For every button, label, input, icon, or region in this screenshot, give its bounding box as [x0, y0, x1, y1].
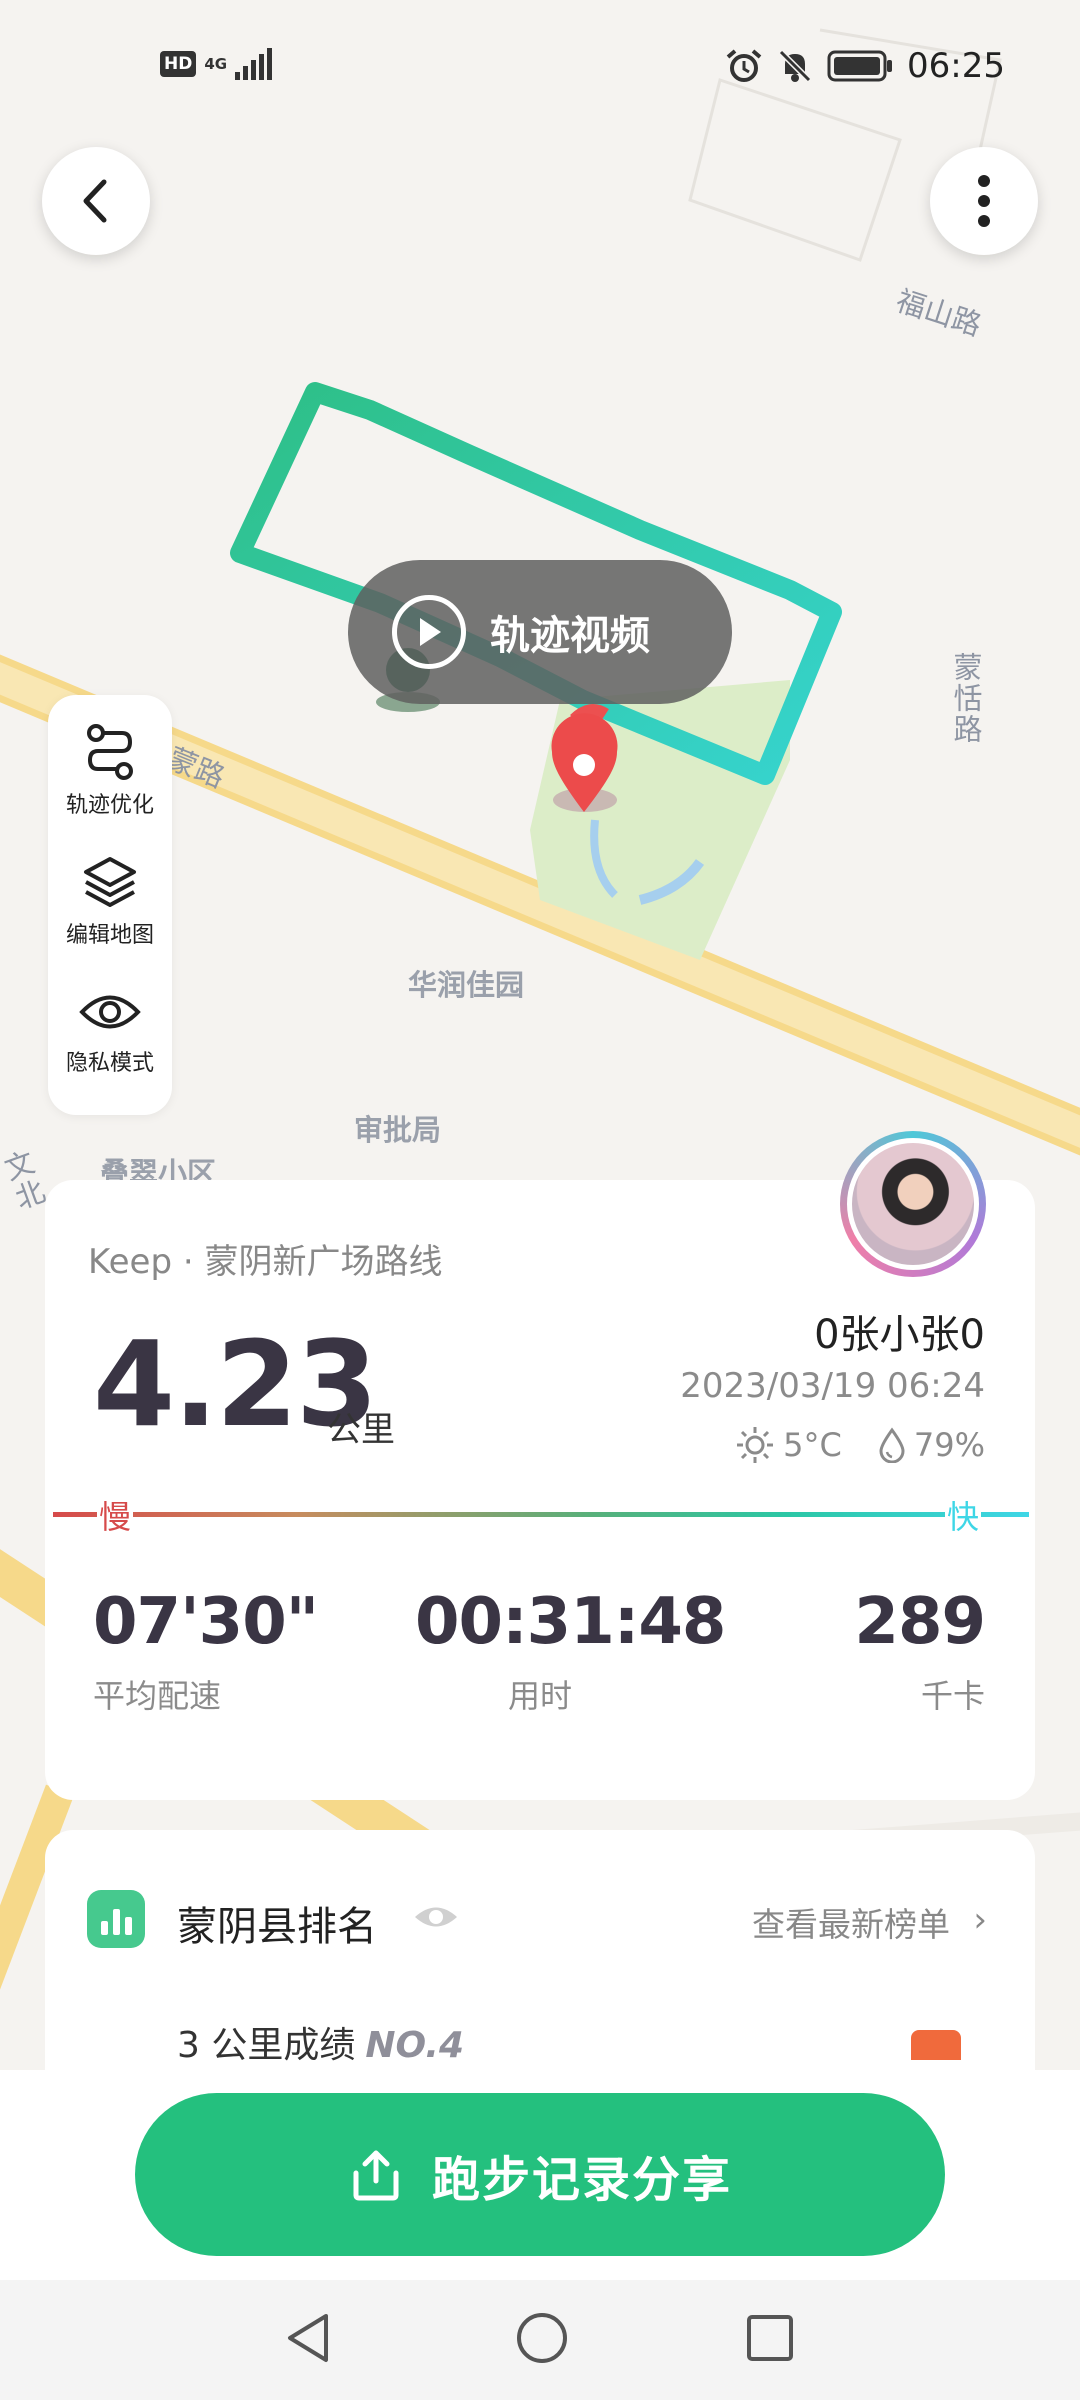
alarm-icon [726, 49, 762, 82]
battery-icon [827, 50, 893, 82]
user-name[interactable]: 0张小张0 [814, 1302, 985, 1360]
avatar-photo [847, 1138, 979, 1270]
pace-value: 07'30" [93, 1585, 319, 1659]
signal-icon [235, 48, 273, 80]
clock: 06:25 [907, 46, 1005, 86]
back-button[interactable] [42, 147, 150, 255]
map-label-mengtian-road: 蒙恬路 [949, 652, 983, 745]
fast-label: 快 [945, 1492, 982, 1538]
map-label-approval-bureau: 审批局 [354, 1113, 442, 1147]
system-nav-bar [0, 2280, 1080, 2400]
map-tools-panel: 轨迹优化 编辑地图 隐私模式 [48, 695, 172, 1115]
track-video-label: 轨迹视频 [490, 613, 650, 659]
tool-privacy-mode-label: 隐私模式 [65, 1051, 154, 1076]
humidity: 79% [913, 1426, 985, 1464]
ranking-chart-icon [87, 1890, 145, 1948]
ranking-score: 3 公里成绩 NO.4 [177, 2016, 464, 2068]
network-indicators: HD 4G [160, 48, 275, 80]
distance-unit: 公里 [327, 1410, 395, 1450]
eye-icon [79, 995, 141, 1029]
route-name: Keep · 蒙阴新广场路线 [88, 1242, 443, 1282]
stat-average-pace: 07'30" 平均配速 [93, 1585, 319, 1717]
track-video-button[interactable]: 轨迹视频 [348, 560, 732, 704]
share-upload-icon [353, 2150, 399, 2200]
weather-info: 5°C 79% [735, 1425, 985, 1465]
play-icon [392, 595, 466, 669]
nav-recents-icon[interactable] [744, 2310, 796, 2366]
share-run-label: 跑步记录分享 [431, 2151, 732, 2208]
chevron-left-icon [83, 179, 107, 223]
status-bar: HD 4G 06:25 [0, 0, 1080, 135]
temperature: 5°C [783, 1426, 842, 1464]
view-latest-ranking-link[interactable]: 查看最新榜单 [752, 1898, 950, 1946]
status-icons: 06:25 [725, 46, 1005, 86]
ranking-title: 蒙阴县排名 [177, 1904, 377, 1950]
network-type: 4G [204, 54, 228, 73]
tool-privacy-mode[interactable]: 隐私模式 [48, 985, 172, 1077]
tool-edit-map-label: 编辑地图 [65, 923, 154, 948]
pace-label: 平均配速 [93, 1677, 222, 1715]
run-datetime: 2023/03/19 06:24 [680, 1366, 985, 1406]
duration-label: 用时 [507, 1677, 572, 1715]
layers-icon [84, 857, 136, 907]
nav-home-icon[interactable] [514, 2310, 570, 2366]
route-optimize-icon [87, 724, 133, 780]
avatar[interactable] [840, 1131, 986, 1277]
chevron-right-icon: › [973, 1900, 987, 1940]
share-run-button[interactable]: 跑步记录分享 [135, 2093, 945, 2256]
more-button[interactable] [930, 147, 1038, 255]
score-rank: NO.4 [365, 2025, 465, 2066]
map-label-huarun-garden: 华润佳园 [408, 968, 525, 1002]
visibility-eye-icon[interactable] [413, 1902, 459, 1932]
stat-duration: 00:31:48 用时 [415, 1585, 726, 1717]
calories-label: 千卡 [920, 1677, 985, 1715]
humidity-drop-icon [879, 1427, 905, 1463]
medal-icon [911, 2030, 961, 2060]
stat-calories: 289 千卡 [854, 1585, 986, 1717]
calories-value: 289 [854, 1585, 986, 1659]
tool-edit-map[interactable]: 编辑地图 [48, 853, 172, 949]
pace-gradient-bar [53, 1512, 1029, 1517]
mute-bell-icon [778, 49, 812, 83]
tool-route-optimize-label: 轨迹优化 [65, 793, 154, 818]
tool-route-optimize[interactable]: 轨迹优化 [48, 723, 172, 819]
score-label: 3 公里成绩 [177, 2025, 356, 2066]
hd-badge: HD [160, 51, 197, 77]
nav-back-icon[interactable] [282, 2310, 334, 2366]
duration-value: 00:31:48 [415, 1585, 726, 1659]
more-vertical-icon [978, 175, 990, 227]
slow-label: 慢 [97, 1492, 134, 1538]
sun-icon [737, 1427, 774, 1463]
run-summary-card: Keep · 蒙阴新广场路线 4.23 公里 0张小张0 2023/03/19 … [45, 1180, 1035, 1800]
